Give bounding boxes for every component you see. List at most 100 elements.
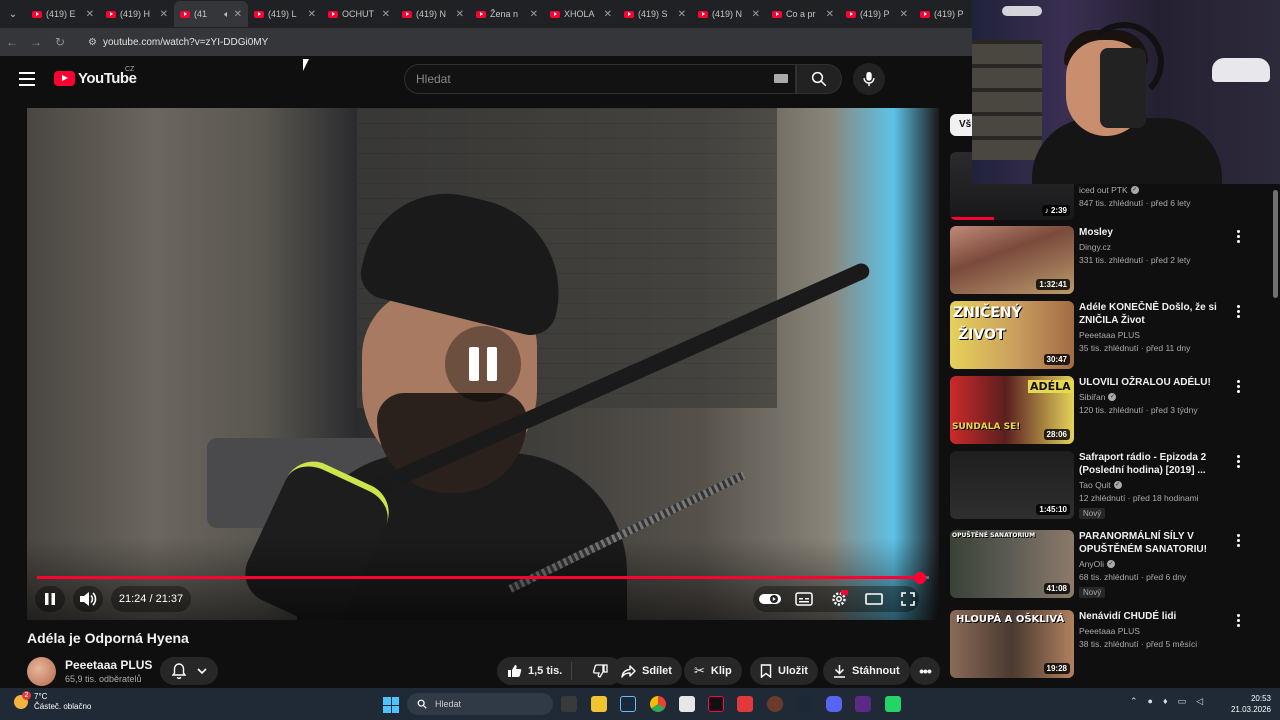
tab-search-button[interactable]: ⌄ [0,0,26,28]
taskbar-search[interactable]: Hledat [407,693,553,715]
autoplay-toggle[interactable] [755,586,785,612]
like-button[interactable]: 1,5 tis. [497,662,572,680]
progress-bar[interactable] [37,571,929,584]
recommendation-channel[interactable]: Tao Quit [1079,480,1111,490]
center-pause-icon[interactable] [445,326,521,402]
browser-tab[interactable]: Žena n ✕ [470,1,544,27]
recommendation-thumbnail[interactable]: ZNIČENÝ ŽIVOT 30:47 [950,301,1074,369]
more-vertical-icon[interactable] [1237,455,1241,468]
tray-app-icon[interactable]: ● [1148,696,1153,707]
app-icon-brown[interactable] [767,696,783,712]
browser-tab[interactable]: (419) S ✕ [618,1,692,27]
tab-close-icon[interactable]: ✕ [604,9,612,20]
progress-scrubber[interactable] [914,571,927,584]
recommendation-channel[interactable]: Sibiřan [1079,392,1105,402]
reload-icon[interactable]: ↻ [48,35,72,49]
app-icon-red[interactable] [737,696,753,712]
steam-app-icon[interactable] [796,696,812,712]
recommendation-item[interactable]: 1:32:41 Mosley Dingy.cz 331 tis. zhlédnutí … [950,226,1270,294]
more-vertical-icon[interactable] [1237,230,1241,243]
more-vertical-icon[interactable] [1237,614,1241,627]
browser-tab[interactable]: (419) N ✕ [692,1,766,27]
recommendation-channel[interactable]: Peeetaaa PLUS [1079,626,1140,636]
keyboard-icon[interactable] [774,74,788,83]
tab-close-icon[interactable]: ✕ [234,9,242,20]
volume-button[interactable] [73,586,103,612]
discord-icon[interactable] [826,696,842,712]
more-vertical-icon[interactable] [1237,534,1241,547]
more-actions-button[interactable]: ••• [910,657,940,685]
url-text[interactable]: youtube.com/watch?v=zYI-DDGi0MY [103,37,268,48]
save-button[interactable]: Uložit [750,657,818,685]
recommendation-title[interactable]: ULOVILI OŽRALOU ADÉLU! [1079,376,1229,389]
recommendation-channel[interactable]: iced out PTK [1079,185,1128,195]
browser-tab[interactable]: (41 🔈︎ ✕ [174,1,248,27]
tab-close-icon[interactable]: ✕ [826,9,834,20]
pause-button[interactable] [35,586,65,612]
browser-tab[interactable]: (419) H ✕ [100,1,174,27]
settings-button[interactable] [824,586,854,612]
back-icon[interactable]: ← [0,35,24,49]
tab-close-icon[interactable]: ✕ [456,9,464,20]
sidebar-scrollbar[interactable] [1273,190,1278,298]
recommendation-thumbnail[interactable]: ADÉLA SUNDALA SE! 28:06 [950,376,1074,444]
search-input[interactable] [405,65,745,93]
tab-close-icon[interactable]: ✕ [678,9,686,20]
recommendation-thumbnail[interactable]: 1:32:41 [950,226,1074,294]
tab-close-icon[interactable]: ✕ [382,9,390,20]
recommendation-item[interactable]: ADÉLA SUNDALA SE! 28:06 ULOVILI OŽRALOU ADÉ… [950,376,1270,444]
browser-tab[interactable]: XHOLA ✕ [544,1,618,27]
browser-tab[interactable]: (419) E ✕ [26,1,100,27]
browser-tab[interactable]: (419) N ✕ [396,1,470,27]
tab-close-icon[interactable]: ✕ [900,9,908,20]
app-icon-purple[interactable] [855,696,871,712]
recommendation-title[interactable]: Mosley [1079,226,1229,239]
chevron-up-icon[interactable]: ⌃ [1130,696,1138,707]
epic-games-icon[interactable] [679,696,695,712]
more-vertical-icon[interactable] [1237,305,1241,318]
share-button[interactable]: Sdílet [611,657,682,685]
file-explorer-icon[interactable] [591,696,607,712]
youtube-logo[interactable]: YouTube CZ [54,66,137,87]
browser-tab[interactable]: (419) P ✕ [840,1,914,27]
voice-search-button[interactable] [853,63,885,95]
omnibox[interactable]: ⚙ youtube.com/watch?v=zYI-DDGi0MY [80,31,980,53]
fullscreen-button[interactable] [893,586,923,612]
recommendation-channel[interactable]: Dingy.cz [1079,242,1111,252]
recommendation-item[interactable]: ZNIČENÝ ŽIVOT 30:47 Adéle KONEČNĚ Došlo, že… [950,301,1270,369]
recommendation-thumbnail[interactable]: 1:45:10 [950,451,1074,519]
tab-close-icon[interactable]: ✕ [530,9,538,20]
tiktok-icon[interactable] [708,696,724,712]
menu-icon[interactable] [19,72,35,86]
clip-button[interactable]: ✂ Klip [684,657,742,685]
video-player[interactable]: 21:24 / 21:37 [27,108,939,620]
steam-icon[interactable] [620,696,636,712]
browser-tab[interactable]: (419) L ✕ [248,1,322,27]
recommendation-title[interactable]: Safraport rádio - Epizoda 2 (Poslední ho… [1079,451,1229,477]
browser-tab[interactable]: OCHUT ✕ [322,1,396,27]
speaker-icon[interactable]: 🔈︎ [224,9,229,20]
recommendation-thumbnail[interactable]: HLOUPÁ A OŠKLIVÁ 19:28 [950,610,1074,678]
task-view-icon[interactable] [561,696,577,712]
recommendation-item[interactable]: HLOUPÁ A OŠKLIVÁ 19:28 Nenávidí CHUDÉ lidi… [950,610,1270,678]
recommendation-item[interactable]: 1:45:10 Safraport rádio - Epizoda 2 (Posl… [950,451,1270,519]
filter-chip-all[interactable]: Vš [950,114,974,136]
subtitles-button[interactable] [789,586,819,612]
tab-close-icon[interactable]: ✕ [86,9,94,20]
recommendation-title[interactable]: Nenávidí CHUDÉ lidi [1079,610,1229,623]
recommendation-thumbnail[interactable]: OPUŠTĚNÉ SANATORIUM 41:08 [950,530,1074,598]
tab-close-icon[interactable]: ✕ [752,9,760,20]
recommendation-title[interactable]: Adéle KONEČNĚ Došlo, že si ZNIČILA Život [1079,301,1229,327]
mic-tray-icon[interactable]: ♦ [1163,696,1168,707]
notifications-button[interactable] [160,657,218,685]
theater-mode-button[interactable] [859,586,889,612]
recommendation-title[interactable]: PARANORMÁLNÍ SÍLY V OPUŠTĚNÉM SANATORIU! [1079,530,1229,556]
weather-widget[interactable]: 2 7°C Částeč. oblačno [14,691,91,712]
tab-close-icon[interactable]: ✕ [160,9,168,20]
volume-tray-icon[interactable]: ◁ [1196,696,1203,707]
more-vertical-icon[interactable] [1237,380,1241,393]
tab-close-icon[interactable]: ✕ [308,9,316,20]
channel-name[interactable]: Peeetaaa PLUS [65,658,152,672]
app-icon-green[interactable] [885,696,901,712]
forward-icon[interactable]: → [24,35,48,49]
